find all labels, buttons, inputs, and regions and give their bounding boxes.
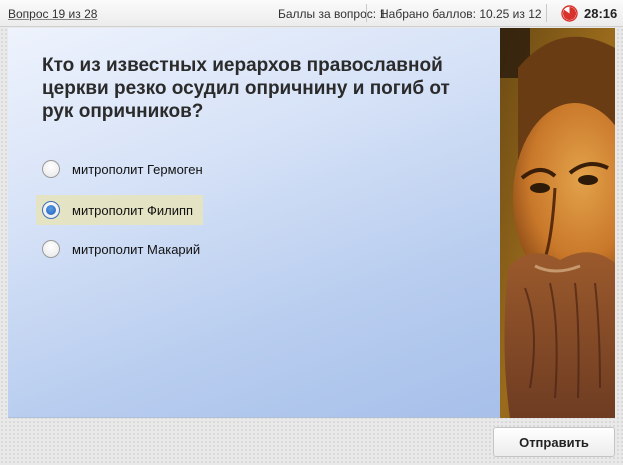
question-panel: Кто из известных иерархов православной ц… [8, 28, 501, 418]
answer-option-3[interactable]: митрополит Макарий [36, 234, 210, 264]
pie-timer-icon [561, 5, 578, 22]
radio-button-selected[interactable] [42, 201, 60, 219]
icon-portrait-image [500, 28, 615, 418]
points-per-question: Баллы за вопрос: 1 [278, 7, 387, 21]
saint-portrait-icon [500, 28, 615, 418]
question-text: Кто из известных иерархов православной ц… [42, 55, 450, 122]
timer: 28:16 [584, 6, 618, 21]
radio-button[interactable] [42, 160, 60, 178]
answer-option-2[interactable]: митрополит Филипп [36, 195, 204, 225]
option-label: митрополит Филипп [72, 202, 194, 218]
divider [366, 4, 367, 22]
answer-option-1[interactable]: митрополит Гермоген [36, 154, 213, 184]
top-bar: Вопрос 19 из 28 Баллы за вопрос: 1 Набра… [0, 0, 623, 27]
radio-button[interactable] [42, 240, 60, 258]
divider [546, 4, 547, 22]
option-label: митрополит Гермоген [72, 161, 203, 177]
submit-button[interactable]: Отправить [493, 427, 615, 457]
question-counter[interactable]: Вопрос 19 из 28 [8, 7, 97, 21]
score-status: Набрано баллов: 10.25 из 12 [380, 7, 542, 21]
option-label: митрополит Макарий [72, 241, 201, 257]
